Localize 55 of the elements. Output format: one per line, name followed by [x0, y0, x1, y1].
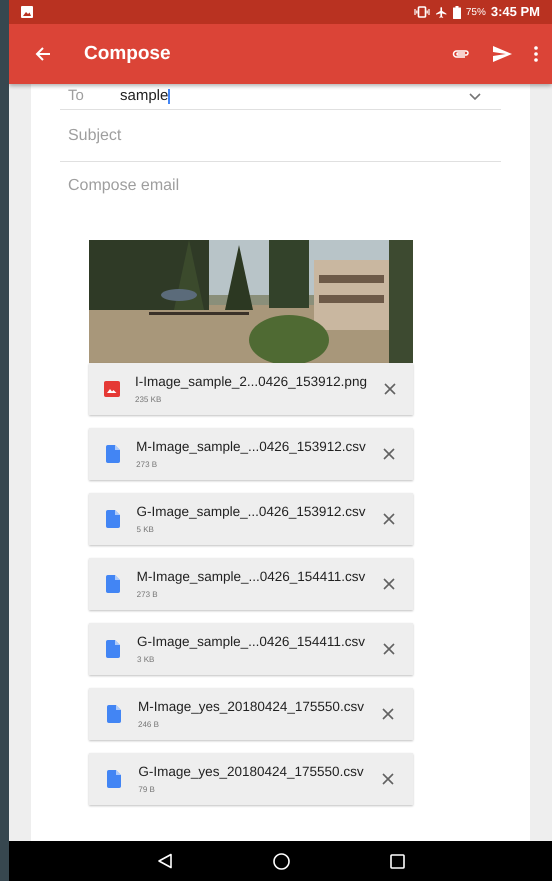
file-size: 79 B [138, 784, 156, 796]
close-icon[interactable] [382, 643, 395, 655]
close-icon[interactable] [384, 383, 396, 395]
body-field[interactable]: Compose email [60, 162, 501, 210]
chevron-down-icon[interactable] [469, 93, 481, 100]
text-cursor [168, 89, 170, 104]
document-icon [106, 770, 121, 788]
file-size: 273 B [136, 589, 159, 602]
close-icon[interactable] [382, 708, 394, 720]
document-icon [106, 445, 120, 463]
attachment-chip[interactable]: M-Image_yes_20180424_175550.csv 246 B [89, 688, 413, 740]
file-size: 5 KB [136, 524, 155, 536]
document-icon [106, 510, 120, 528]
send-icon[interactable] [493, 46, 512, 62]
back-arrow-icon[interactable] [35, 46, 51, 62]
clock: 3:45 PM [490, 3, 540, 22]
to-field[interactable]: sample [120, 85, 168, 108]
document-icon [106, 575, 120, 593]
close-icon[interactable] [383, 578, 396, 590]
file-size: 235 KB [135, 394, 162, 406]
file-size: 246 B [138, 719, 160, 732]
file-size: 3 KB [137, 654, 156, 666]
attachment-chip[interactable]: I-Image_sample_2...0426_153912.png 235 KB [89, 363, 413, 415]
attachment-chip[interactable]: M-Image_sample_...0426_154411.csv 273 B [89, 558, 413, 610]
image-file-icon [104, 381, 120, 397]
battery-level: 75% [466, 6, 486, 20]
back-icon[interactable] [156, 853, 172, 869]
airplane-icon [434, 6, 448, 18]
subject-field[interactable]: Subject [60, 110, 501, 162]
paperclip-icon[interactable] [452, 48, 470, 60]
image-icon [21, 6, 33, 18]
document-icon [106, 640, 120, 658]
attachment-chip[interactable]: G-Image_sample_...0426_154411.csv 3 KB [89, 623, 413, 675]
file-size: 273 B [136, 459, 158, 472]
file-name: M-Image_yes_20180424_175550.csv [138, 698, 364, 716]
close-icon[interactable] [383, 448, 396, 460]
document-icon [106, 705, 121, 723]
attachment-chip[interactable]: G-Image_sample_...0426_153912.csv 5 KB [89, 493, 413, 545]
file-name: I-Image_sample_2...0426_153912.png [135, 372, 367, 391]
home-icon[interactable] [272, 852, 290, 870]
file-name: G-Image_sample_...0426_153912.csv [136, 502, 366, 521]
file-name: G-Image_yes_20180424_175550.csv [138, 762, 364, 781]
close-icon[interactable] [383, 513, 396, 525]
vibrate-icon [414, 6, 430, 18]
file-name: M-Image_sample_...0426_153912.csv [136, 438, 366, 456]
file-name: M-Image_sample_...0426_154411.csv [136, 568, 366, 586]
file-name: G-Image_sample_...0426_154411.csv [137, 632, 365, 651]
recents-icon[interactable] [390, 854, 404, 868]
screen-title: Compose [84, 42, 171, 66]
attachment-chip[interactable]: G-Image_yes_20180424_175550.csv 79 B [89, 753, 413, 805]
battery-icon [452, 6, 461, 18]
to-label: To [68, 86, 85, 106]
attachment-chip[interactable]: M-Image_sample_...0426_153912.csv 273 B [89, 428, 413, 480]
close-icon[interactable] [382, 773, 394, 785]
more-options-icon[interactable] [534, 46, 538, 62]
